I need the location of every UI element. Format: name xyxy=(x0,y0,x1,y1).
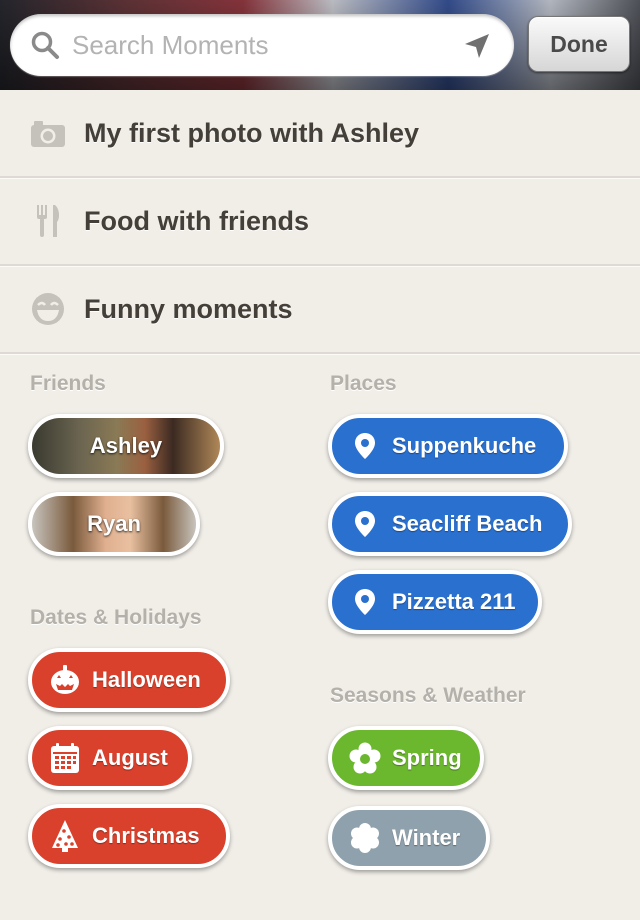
place-tag-seacliff-beach[interactable]: Seacliff Beach xyxy=(328,492,572,556)
pumpkin-icon xyxy=(48,663,82,697)
season-label: Spring xyxy=(392,745,462,770)
place-label: Suppenkuche xyxy=(392,433,537,458)
place-tag-pizzetta-211[interactable]: Pizzetta 211 xyxy=(328,570,542,634)
friend-tag-ashley[interactable]: Ashley xyxy=(28,414,224,478)
season-label: Winter xyxy=(392,825,461,850)
search-field[interactable] xyxy=(10,14,514,76)
fork-knife-icon xyxy=(28,201,68,241)
snowflake-icon xyxy=(348,821,382,855)
search-icon xyxy=(31,31,59,59)
section-title-places: Places xyxy=(330,372,397,395)
camera-icon xyxy=(28,113,68,153)
location-arrow-icon[interactable] xyxy=(462,31,492,61)
moment-row-funny[interactable]: Funny moments xyxy=(0,266,640,354)
date-label: Christmas xyxy=(92,823,200,848)
laughing-face-icon xyxy=(28,289,68,329)
moment-row-food[interactable]: Food with friends xyxy=(0,178,640,266)
season-tag-winter[interactable]: Winter xyxy=(328,806,490,870)
map-pin-icon xyxy=(348,507,382,541)
friend-name: Ryan xyxy=(87,511,141,536)
map-pin-icon xyxy=(348,429,382,463)
friend-tag-ryan[interactable]: Ryan xyxy=(28,492,200,556)
moment-label: Food with friends xyxy=(84,205,309,236)
search-input[interactable] xyxy=(72,24,452,66)
section-title-friends: Friends xyxy=(30,372,106,395)
place-tag-suppenkuche[interactable]: Suppenkuche xyxy=(328,414,568,478)
moment-label: Funny moments xyxy=(84,293,293,324)
friend-name: Ashley xyxy=(89,433,163,458)
moment-label: My first photo with Ashley xyxy=(84,117,420,148)
date-label: Halloween xyxy=(92,667,201,692)
moments-list: My first photo with Ashley Food with fri… xyxy=(0,90,640,354)
place-label: Seacliff Beach xyxy=(392,511,543,536)
date-tag-christmas[interactable]: Christmas xyxy=(28,804,230,868)
christmas-tree-icon xyxy=(48,819,82,853)
date-tag-august[interactable]: August xyxy=(28,726,192,790)
moment-row-first-photo[interactable]: My first photo with Ashley xyxy=(0,90,640,178)
date-tag-halloween[interactable]: Halloween xyxy=(28,648,230,712)
place-label: Pizzetta 211 xyxy=(392,589,516,614)
calendar-icon xyxy=(48,741,82,775)
section-title-dates: Dates & Holidays xyxy=(30,606,202,629)
date-label: August xyxy=(92,745,168,770)
map-pin-icon xyxy=(348,585,382,619)
flower-icon xyxy=(348,741,382,775)
done-button[interactable]: Done xyxy=(528,16,630,72)
section-title-seasons: Seasons & Weather xyxy=(330,684,526,707)
season-tag-spring[interactable]: Spring xyxy=(328,726,484,790)
